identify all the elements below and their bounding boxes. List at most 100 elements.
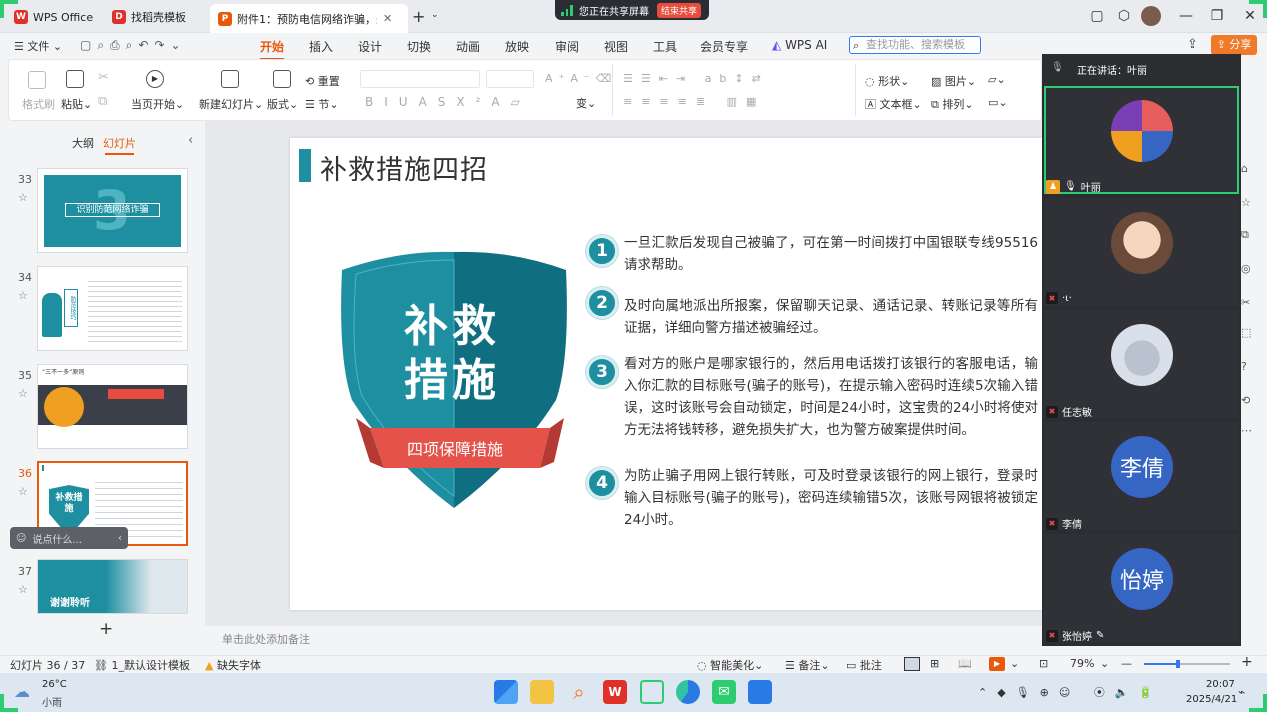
windows-start-icon[interactable] [494,680,518,704]
restore-icon[interactable]: ❐ [1206,6,1228,26]
star-icon[interactable]: ☆ [18,387,28,400]
layout-button[interactable]: 版式⌄ [267,96,298,112]
font-size-adjust-icons[interactable]: A⁺A⁻⌫ [545,72,617,85]
font-size-select[interactable] [486,70,534,88]
meeting-app-icon[interactable] [748,680,772,704]
side-star-icon[interactable]: ☆ [1241,196,1255,209]
system-tray-icons[interactable]: ⌃◆🎙⊕☺ ⦿🔈🔋 [978,684,1162,700]
weather-temp[interactable]: 26°C [42,679,67,690]
window-layout-icon[interactable]: ▢ [1086,6,1108,26]
textbox-button[interactable]: 🄰 文本框⌄ [865,96,922,112]
wps-taskbar-icon[interactable]: W [603,680,627,704]
tab-document[interactable]: P 附件1：预防电信网络诈骗，未 ✕ [210,4,408,33]
side-tool-icon[interactable]: ◎ [1241,262,1255,275]
menu-slideshow[interactable]: 放映 [505,38,529,55]
share-button[interactable]: ⇪ 分享 [1211,35,1257,55]
arrange-button[interactable]: ⧉ 排列⌄ [931,96,974,112]
outline-button[interactable]: ▭⌄ [988,96,1008,109]
char-spacing-icon[interactable]: 变⌄ [576,95,596,111]
normal-view-icon[interactable] [904,657,920,671]
sorter-view-icon[interactable]: ⊞ [930,657,939,670]
point-text-2[interactable]: 及时向属地派出所报案，保留聊天记录、通话记录、转账记录等所有证据，详细向警方描述… [624,295,1038,339]
font-family-select[interactable] [360,70,480,88]
point-text-1[interactable]: 一旦汇款后发现自己被骗了，可在第一时间拨打中国银联专线95516请求帮助。 [624,232,1038,276]
menu-home[interactable]: 开始 [260,38,285,60]
list-buttons[interactable]: ☰☰⇤⇥ ab↕⇄ [623,72,769,85]
weather-desc[interactable]: 小雨 [42,694,62,709]
menu-animation[interactable]: 动画 [456,38,480,55]
copy-icon[interactable]: ⧉ [98,94,107,109]
slide-thumbnail-33[interactable]: 3 识别防范网络诈骗 [37,168,188,253]
format-brush-button[interactable]: 格式刷 [22,96,55,112]
user-avatar[interactable] [1141,6,1161,26]
menu-design[interactable]: 设计 [358,38,382,55]
play-options-chevron-icon[interactable]: ⌄ [1010,657,1019,670]
quick-access-toolbar[interactable]: ▢⌕⎙⌕↶↷⌄ [80,38,187,53]
slide-title[interactable]: 补救措施四招 [320,148,488,187]
reading-view-icon[interactable]: 📖 [958,657,972,670]
collapse-panel-icon[interactable]: ‹ [188,133,193,148]
point-text-4[interactable]: 为防止骗子用网上银行转账，可及时登录该银行的网上银行，登录时输入目标账号(骗子的… [624,465,1038,531]
comment-button[interactable]: ▭ 批注 [846,657,882,673]
template-indicator[interactable]: ⛓ 1_默认设计模板 [94,657,190,673]
side-more-icon[interactable]: ⋯ [1241,424,1255,437]
collapse-chat-icon[interactable]: ‹ [118,533,122,544]
wechat-icon[interactable]: ✉ [712,680,736,704]
cut-icon[interactable]: ✂ [98,70,109,85]
notification-icon[interactable]: ⌁ [1238,685,1245,699]
star-icon[interactable]: ☆ [18,485,28,498]
file-explorer-icon[interactable] [530,680,554,704]
new-slide-button[interactable]: 新建幻灯片⌄ [199,96,263,112]
search-input[interactable]: ⌕ 查找功能、搜索模板 [849,36,981,54]
cube-icon[interactable]: ⬡ [1113,6,1135,26]
beautify-button[interactable]: ◌ 智能美化⌄ [697,657,763,673]
fill-color-button[interactable]: ▱⌄ [988,73,1006,86]
zoom-in-icon[interactable]: + [1241,654,1253,670]
section-button[interactable]: ☰ 节⌄ [305,96,339,112]
shape-button[interactable]: ◌ 形状⌄ [865,73,909,89]
search-app-icon[interactable]: ⌕ [567,680,591,704]
star-icon[interactable]: ☆ [18,583,28,596]
minimize-icon[interactable]: — [1175,6,1197,26]
slide-thumbnail-37[interactable]: 谢谢聆听 [37,559,188,614]
close-tab-icon[interactable]: ✕ [383,12,392,25]
screen-app-icon[interactable] [640,680,664,704]
side-help-icon[interactable]: ? [1241,360,1255,373]
menu-member[interactable]: 会员专享 [700,38,748,55]
clock-date[interactable]: 2025/4/21 [1186,694,1237,705]
side-tool-icon[interactable]: ✂ [1241,296,1255,309]
cloud-upload-icon[interactable]: ⇪ [1187,37,1198,52]
tab-wps-office[interactable]: W WPS Office [6,4,101,30]
chat-input[interactable]: ☺ 说点什么... ‹ [10,527,128,549]
tab-list-chevron-icon[interactable]: ⌄ [431,10,439,20]
menu-review[interactable]: 审阅 [555,38,579,55]
tab-outline[interactable]: 大纲 [72,135,94,151]
close-window-icon[interactable]: ✕ [1239,6,1261,26]
zoom-out-icon[interactable]: — [1121,657,1132,670]
tab-slides[interactable]: 幻灯片 [103,135,136,155]
fit-window-icon[interactable]: ⊡ [1039,657,1048,670]
picture-button[interactable]: ▨ 图片⌄ [931,73,976,89]
menu-insert[interactable]: 插入 [309,38,333,55]
menu-tools[interactable]: 工具 [653,38,677,55]
new-tab-button[interactable]: + [412,7,425,26]
edge-browser-icon[interactable] [676,680,700,704]
star-icon[interactable]: ☆ [18,289,28,302]
align-buttons[interactable]: ≡≡≡≡≣ ▥▦ [623,95,765,108]
file-menu[interactable]: ☰ 文件 ⌄ [14,38,62,54]
side-tool-icon[interactable]: ⧉ [1241,228,1255,242]
menu-transition[interactable]: 切换 [407,38,431,55]
paste-button[interactable]: 粘贴⌄ [61,96,92,112]
menu-view[interactable]: 视图 [604,38,628,55]
slide-thumbnail-35[interactable]: “三不一多”原则 [37,364,188,449]
side-tool-icon[interactable]: ⌂ [1241,162,1255,175]
notes-input[interactable]: 单击此处添加备注 [222,631,310,647]
text-style-buttons[interactable]: BIUASX²A▱ [365,95,531,109]
play-slideshow-icon[interactable]: ▶ [989,657,1005,671]
star-icon[interactable]: ☆ [18,191,28,204]
menu-wps-ai[interactable]: ◭ WPS AI [772,38,827,52]
clock-time[interactable]: 20:07 [1206,679,1235,690]
side-tool-icon[interactable]: ⬚ [1241,326,1255,339]
zoom-dropdown-icon[interactable]: ⌄ [1100,657,1109,670]
play-from-current-button[interactable]: 当页开始⌄ [131,96,184,112]
